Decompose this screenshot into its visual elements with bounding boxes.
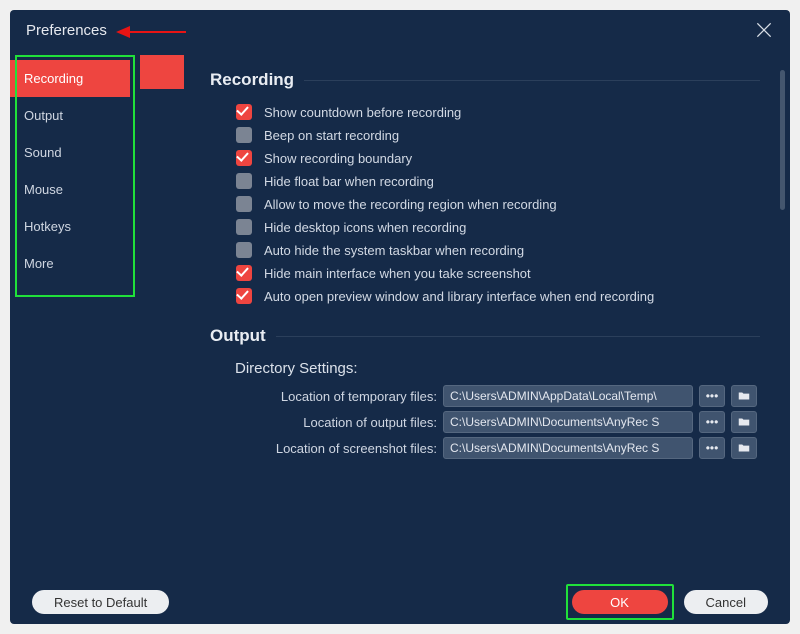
cancel-button[interactable]: Cancel — [684, 590, 768, 614]
browse-button[interactable]: ••• — [699, 437, 725, 459]
section-divider — [276, 336, 760, 337]
directory-path-input[interactable]: C:\Users\ADMIN\Documents\AnyRec S — [443, 411, 693, 433]
section-title: Output — [210, 326, 266, 346]
sidebar-item-label: Recording — [24, 71, 83, 86]
button-label: Reset to Default — [54, 595, 147, 610]
directory-label: Location of screenshot files: — [235, 441, 437, 456]
option-label: Hide float bar when recording — [264, 174, 434, 189]
main-panel: Recording Show countdown before recordin… — [130, 50, 790, 580]
checkbox-icon[interactable] — [236, 196, 252, 212]
checkbox-icon[interactable] — [236, 265, 252, 281]
section-heading-output: Output — [210, 326, 760, 346]
button-label: OK — [610, 595, 629, 610]
ok-button[interactable]: OK — [572, 590, 668, 614]
sidebar-item-sound[interactable]: Sound — [10, 134, 130, 171]
recording-options: Show countdown before recording Beep on … — [210, 104, 760, 304]
directory-path-input[interactable]: C:\Users\ADMIN\AppData\Local\Temp\ — [443, 385, 693, 407]
annotation-ok-box: OK — [566, 584, 674, 620]
preferences-window: Preferences Recording Output Sound Mouse… — [10, 10, 790, 624]
option-row[interactable]: Beep on start recording — [236, 127, 760, 143]
option-row[interactable]: Auto hide the system taskbar when record… — [236, 242, 760, 258]
section-title: Recording — [210, 70, 294, 90]
option-row[interactable]: Show countdown before recording — [236, 104, 760, 120]
option-row[interactable]: Hide main interface when you take screen… — [236, 265, 760, 281]
section-heading-recording: Recording — [210, 70, 760, 90]
option-label: Auto hide the system taskbar when record… — [264, 243, 524, 258]
sidebar-item-hotkeys[interactable]: Hotkeys — [10, 208, 130, 245]
checkbox-icon[interactable] — [236, 173, 252, 189]
sidebar-item-output[interactable]: Output — [10, 97, 130, 134]
open-folder-icon[interactable] — [731, 437, 757, 459]
option-label: Beep on start recording — [264, 128, 399, 143]
option-label: Hide main interface when you take screen… — [264, 266, 531, 281]
browse-button[interactable]: ••• — [699, 411, 725, 433]
option-label: Allow to move the recording region when … — [264, 197, 557, 212]
open-folder-icon[interactable] — [731, 385, 757, 407]
directory-row: Location of screenshot files: C:\Users\A… — [210, 437, 760, 459]
directory-label: Location of output files: — [235, 415, 437, 430]
sidebar-item-mouse[interactable]: Mouse — [10, 171, 130, 208]
checkbox-icon[interactable] — [236, 150, 252, 166]
option-row[interactable]: Show recording boundary — [236, 150, 760, 166]
sidebar-item-label: Output — [24, 108, 63, 123]
sidebar-item-more[interactable]: More — [10, 245, 130, 282]
checkbox-icon[interactable] — [236, 242, 252, 258]
sidebar-item-label: Hotkeys — [24, 219, 71, 234]
titlebar: Preferences — [10, 10, 790, 50]
directory-settings-label: Directory Settings: — [235, 360, 760, 377]
browse-button[interactable]: ••• — [699, 385, 725, 407]
button-label: Cancel — [706, 595, 746, 610]
option-label: Show countdown before recording — [264, 105, 461, 120]
sidebar-item-label: Sound — [24, 145, 62, 160]
checkbox-icon[interactable] — [236, 127, 252, 143]
window-title: Preferences — [26, 22, 107, 39]
option-label: Show recording boundary — [264, 151, 412, 166]
close-icon[interactable] — [754, 20, 774, 40]
sidebar-item-label: Mouse — [24, 182, 63, 197]
option-row[interactable]: Hide float bar when recording — [236, 173, 760, 189]
scrollbar[interactable] — [780, 70, 785, 210]
directory-row: Location of temporary files: C:\Users\AD… — [210, 385, 760, 407]
open-folder-icon[interactable] — [731, 411, 757, 433]
reset-to-default-button[interactable]: Reset to Default — [32, 590, 169, 614]
directory-path-input[interactable]: C:\Users\ADMIN\Documents\AnyRec S — [443, 437, 693, 459]
option-row[interactable]: Hide desktop icons when recording — [236, 219, 760, 235]
checkbox-icon[interactable] — [236, 104, 252, 120]
directory-row: Location of output files: C:\Users\ADMIN… — [210, 411, 760, 433]
footer: Reset to Default OK Cancel — [10, 580, 790, 624]
checkbox-icon[interactable] — [236, 288, 252, 304]
option-row[interactable]: Allow to move the recording region when … — [236, 196, 760, 212]
option-label: Hide desktop icons when recording — [264, 220, 466, 235]
sidebar-item-recording[interactable]: Recording — [10, 60, 130, 97]
checkbox-icon[interactable] — [236, 219, 252, 235]
directory-label: Location of temporary files: — [235, 389, 437, 404]
option-row[interactable]: Auto open preview window and library int… — [236, 288, 760, 304]
option-label: Auto open preview window and library int… — [264, 289, 654, 304]
sidebar-item-label: More — [24, 256, 54, 271]
section-divider — [304, 80, 760, 81]
sidebar: Recording Output Sound Mouse Hotkeys Mor… — [10, 50, 130, 580]
